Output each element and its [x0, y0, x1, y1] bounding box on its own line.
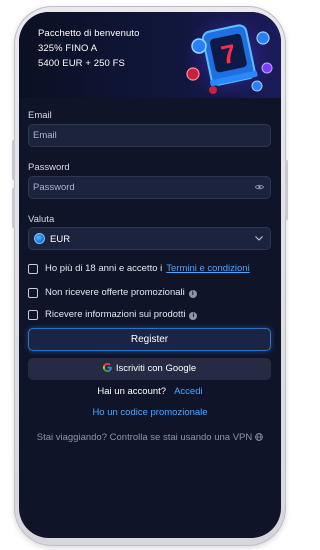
info-icon[interactable]: i — [189, 312, 198, 320]
phone-power-button — [285, 160, 288, 220]
age-terms-text-wrap: Ho più di 18 anni e accetto i Termini e c… — [45, 263, 250, 274]
no-promo-text-wrap: Non ricevere offerte promozionali i — [45, 287, 197, 298]
chevron-down-icon — [255, 236, 263, 241]
welcome-banner[interactable]: Pacchetto di benvenuto 325% FINO A 5400 … — [19, 12, 281, 98]
banner-amount: 5400 EUR + 250 FS — [38, 58, 125, 69]
app-screen: Pacchetto di benvenuto 325% FINO A 5400 … — [19, 12, 281, 538]
globe-icon[interactable] — [255, 433, 264, 441]
vpn-text: Stai viaggiando? Controlla se stai usand… — [36, 432, 253, 443]
banner-percentage: 325% FINO A — [38, 43, 98, 54]
euro-coin-icon — [34, 233, 45, 244]
email-field[interactable] — [28, 124, 271, 147]
age-terms-text: Ho più di 18 anni e accetto i — [45, 263, 163, 274]
login-prompt: Hai un account? Accedi — [19, 386, 281, 397]
email-input[interactable] — [33, 125, 253, 146]
vpn-notice: Stai viaggiando? Controlla se stai usand… — [19, 432, 281, 443]
google-signup-button[interactable]: Iscriviti con Google — [28, 358, 271, 380]
phone-side-button — [12, 140, 15, 180]
info-icon[interactable]: i — [188, 290, 197, 298]
eye-icon[interactable] — [255, 184, 264, 190]
password-input[interactable] — [33, 177, 253, 198]
product-info-checkbox[interactable] — [28, 310, 38, 320]
age-terms-checkbox[interactable] — [28, 264, 38, 274]
password-label: Password — [28, 162, 70, 173]
login-link[interactable]: Accedi — [174, 386, 203, 397]
google-icon — [102, 363, 112, 372]
promo-code-link[interactable]: Ho un codice promozionale — [19, 407, 281, 418]
product-info-text: Ricevere informazioni sui prodotti — [45, 309, 186, 320]
currency-select[interactable]: EUR — [28, 227, 271, 250]
no-promo-checkbox[interactable] — [28, 288, 38, 298]
register-button[interactable]: Register — [28, 328, 271, 351]
product-info-text-wrap: Ricevere informazioni sui prodotti i — [45, 309, 198, 320]
currency-value: EUR — [50, 234, 71, 245]
slot-machine-icon: 7 — [186, 16, 273, 96]
google-signup-label: Iscriviti con Google — [115, 363, 197, 374]
product-info-row: Ricevere informazioni sui prodotti i — [28, 309, 278, 321]
have-account-text: Hai un account? — [97, 386, 167, 397]
phone-side-button — [12, 188, 15, 228]
age-terms-row: Ho più di 18 anni e accetto i Termini e c… — [28, 263, 278, 275]
password-field[interactable] — [28, 176, 271, 199]
terms-link[interactable]: Termini e condizioni — [166, 263, 249, 274]
currency-label: Valuta — [28, 214, 55, 225]
no-promo-text: Non ricevere offerte promozionali — [45, 287, 185, 298]
banner-title: Pacchetto di benvenuto — [38, 28, 140, 39]
no-promo-row: Non ricevere offerte promozionali i — [28, 287, 278, 299]
email-label: Email — [28, 110, 52, 121]
